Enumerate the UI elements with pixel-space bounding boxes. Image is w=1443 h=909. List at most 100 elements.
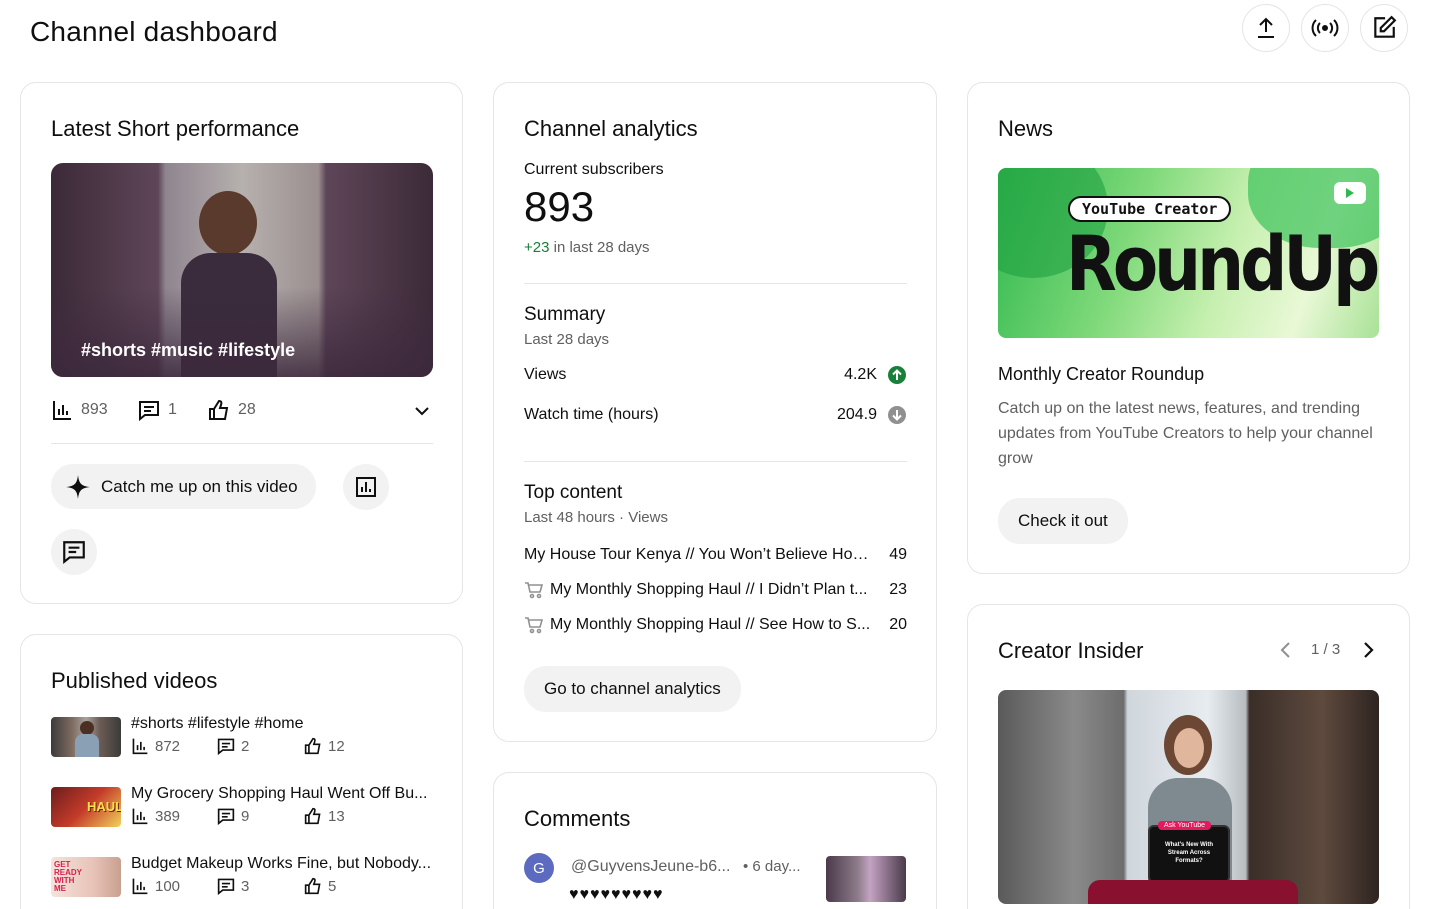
published-video-row[interactable]: #shorts #lifestyle #home 872 2 12 xyxy=(51,715,451,761)
chevron-right-icon[interactable] xyxy=(1357,639,1379,661)
summary-period: Last 28 days xyxy=(524,331,610,348)
likes-stat: 5 xyxy=(304,877,336,895)
comment-author[interactable]: @GuyvensJeune-b6... xyxy=(571,858,730,876)
likes-value: 28 xyxy=(238,401,256,418)
published-videos-card: Published videos #shorts #lifestyle #hom… xyxy=(20,634,463,909)
arrow-up-icon xyxy=(888,366,906,384)
watch-time-label: Watch time (hours) xyxy=(524,406,659,423)
views-stat: 893 xyxy=(51,399,108,421)
likes-value: 13 xyxy=(328,807,345,825)
catch-me-up-button[interactable]: Catch me up on this video xyxy=(51,464,316,509)
chevron-left-icon[interactable] xyxy=(1275,639,1297,661)
comments-stat: 1 xyxy=(138,399,177,421)
card-title: Creator Insider xyxy=(998,638,1144,663)
summary-title: Summary xyxy=(524,304,606,325)
views-stat: 389 xyxy=(131,807,180,825)
upload-icon xyxy=(1258,17,1274,38)
insider-thumbnail[interactable]: Ask YouTube What's New With Stream Acros… xyxy=(998,690,1379,904)
shopping-cart-icon xyxy=(525,582,544,599)
comments-button[interactable] xyxy=(51,529,97,575)
sparkle-icon xyxy=(66,474,90,499)
views-stat: 100 xyxy=(131,877,180,895)
views-row[interactable]: Views 4.2K xyxy=(524,365,907,385)
bar-chart-icon xyxy=(132,808,148,825)
video-person xyxy=(199,191,257,255)
bar-chart-icon xyxy=(53,401,71,420)
sign-top: Ask YouTube xyxy=(1158,821,1211,830)
views-value: 100 xyxy=(155,877,181,895)
check-it-out-label: Check it out xyxy=(1018,511,1108,530)
views-value: 872 xyxy=(155,737,181,755)
top-content-title: My House Tour Kenya // You Won’t Believe… xyxy=(524,546,874,563)
go-live-button[interactable] xyxy=(1301,4,1349,52)
card-title: Comments xyxy=(524,806,631,831)
short-overlay-text: #shorts #music #lifestyle xyxy=(81,340,296,360)
delta-value: +23 xyxy=(524,239,550,256)
likes-value: 12 xyxy=(328,737,345,755)
channel-analytics-card: Channel analytics Current subscribers 89… xyxy=(493,82,937,742)
likes-stat: 28 xyxy=(208,399,256,421)
catch-me-up-label: Catch me up on this video xyxy=(101,476,298,496)
go-to-analytics-button[interactable]: Go to channel analytics xyxy=(524,666,741,712)
views-stat: 872 xyxy=(131,737,180,755)
divider xyxy=(524,461,907,462)
comments-stat: 9 xyxy=(217,807,249,825)
video-thumbnail: GET READY WITH ME xyxy=(51,857,121,897)
comment-icon xyxy=(217,738,235,755)
stage-stripe xyxy=(1088,880,1298,904)
comments-value: 9 xyxy=(241,807,250,825)
comment-icon xyxy=(139,401,159,421)
top-content-item[interactable]: My Monthly Shopping Haul // See How to S… xyxy=(524,616,907,634)
comments-value: 2 xyxy=(241,737,250,755)
top-content-value: 23 xyxy=(889,581,907,598)
thumb-text: GET READY WITH ME xyxy=(54,860,82,893)
comments-stat: 3 xyxy=(217,877,249,895)
video-gradient xyxy=(51,287,433,377)
creator-insider-card: Creator Insider 1 / 3 Ask YouTube What's… xyxy=(967,604,1410,909)
top-content-title: Top content xyxy=(524,482,623,503)
comments-value: 3 xyxy=(241,877,250,895)
thumbs-up-icon xyxy=(304,877,321,895)
bar-chart-icon xyxy=(132,738,148,755)
subscribers-value: 893 xyxy=(524,183,595,230)
comment-icon xyxy=(217,808,235,825)
comments-card: Comments G @GuyvensJeune-b6... • 6 day..… xyxy=(493,772,937,909)
banner-tag: YouTube Creator xyxy=(1068,196,1232,222)
top-content-item[interactable]: My House Tour Kenya // You Won’t Believe… xyxy=(524,546,907,564)
shopping-cart-icon xyxy=(525,617,544,634)
comment-avatar[interactable]: G xyxy=(524,853,554,883)
watch-time-row[interactable]: Watch time (hours) 204.9 xyxy=(524,405,907,425)
upload-button[interactable] xyxy=(1242,4,1290,52)
short-thumbnail[interactable]: #shorts #music #lifestyle xyxy=(51,163,433,377)
card-title: Published videos xyxy=(51,668,218,693)
youtube-logo-icon xyxy=(1334,182,1366,204)
go-live-icon xyxy=(1311,19,1339,37)
thumb-person-body xyxy=(75,734,99,757)
comment-video-thumbnail[interactable] xyxy=(826,856,906,902)
subscribers-label: Current subscribers xyxy=(524,161,664,178)
top-content-item[interactable]: My Monthly Shopping Haul // I Didn’t Pla… xyxy=(524,581,907,599)
chevron-down-icon[interactable] xyxy=(412,401,432,421)
published-video-row[interactable]: GET READY WITH ME Budget Makeup Works Fi… xyxy=(51,855,451,901)
likes-value: 5 xyxy=(328,877,337,895)
create-post-button[interactable] xyxy=(1360,4,1408,52)
delta-suffix: in last 28 days xyxy=(549,239,650,256)
thumbs-up-icon xyxy=(209,399,229,420)
subscribers-delta: +23 in last 28 days xyxy=(524,239,650,256)
top-content-title: My Monthly Shopping Haul // I Didn’t Pla… xyxy=(550,581,868,598)
check-it-out-button[interactable]: Check it out xyxy=(998,498,1128,544)
news-banner[interactable]: YouTube Creator RoundUp xyxy=(998,168,1379,338)
views-label: Views xyxy=(524,366,567,383)
published-video-row[interactable]: HAUL My Grocery Shopping Haul Went Off B… xyxy=(51,785,451,831)
comment-icon xyxy=(63,541,85,565)
video-title[interactable]: #shorts #lifestyle #home xyxy=(131,715,431,733)
video-thumbnail xyxy=(51,717,121,757)
analytics-icon xyxy=(356,477,376,497)
video-title[interactable]: My Grocery Shopping Haul Went Off Bu... xyxy=(131,785,431,803)
comment-icon xyxy=(217,878,235,895)
create-post-icon xyxy=(1374,15,1397,38)
banner-title: RoundUp xyxy=(1066,220,1379,309)
news-headline[interactable]: Monthly Creator Roundup xyxy=(998,364,1204,385)
analytics-button[interactable] xyxy=(343,464,389,510)
video-title[interactable]: Budget Makeup Works Fine, but Nobody... xyxy=(131,855,431,873)
